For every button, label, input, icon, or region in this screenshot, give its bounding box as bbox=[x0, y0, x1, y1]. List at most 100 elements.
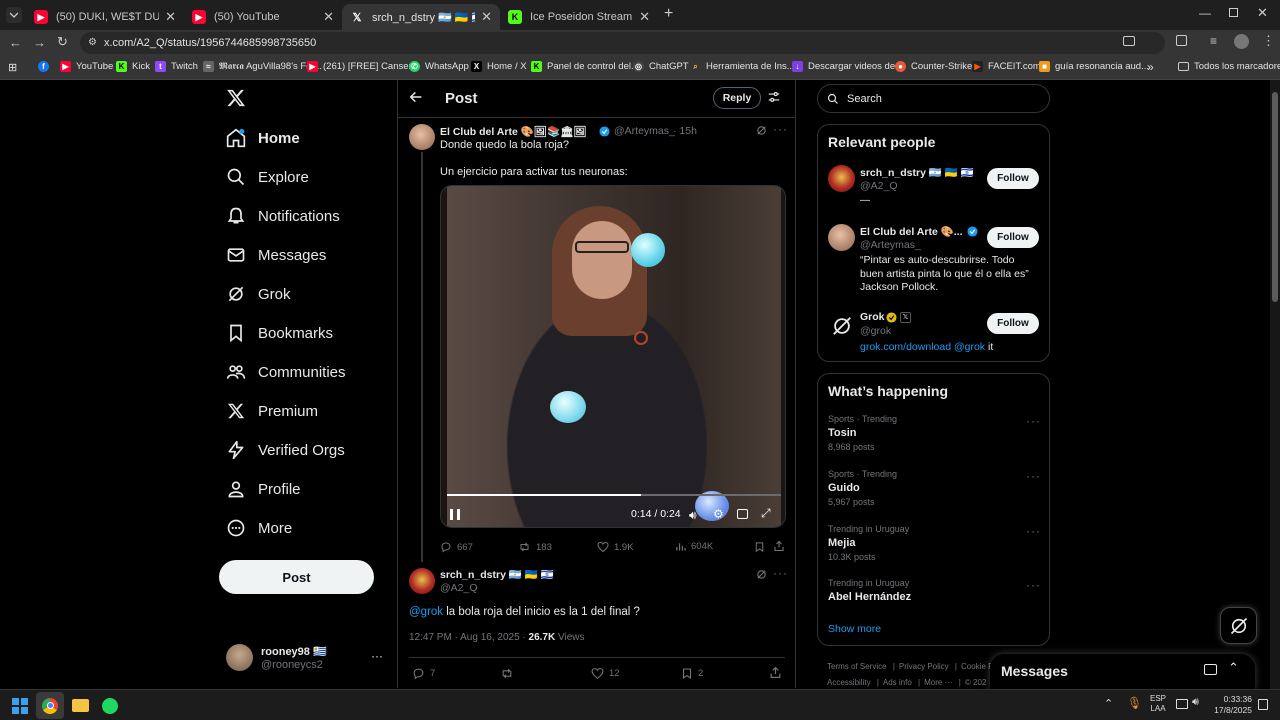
clock[interactable]: 0:33:36 17/8/2025 bbox=[1212, 694, 1252, 716]
close-tab-icon[interactable]: ✕ bbox=[481, 9, 492, 25]
author-handle[interactable]: @Arteymas_ bbox=[614, 125, 675, 137]
nav-premium[interactable]: Premium bbox=[226, 401, 318, 421]
browser-tab-1[interactable]: ▶ (50) DUKI, WE$T DUBAI - cONT ✕ bbox=[26, 4, 184, 30]
bookmark-twitch[interactable]: t Twitch bbox=[155, 61, 198, 72]
trend-more-icon[interactable]: ··· bbox=[1026, 414, 1041, 428]
picture-in-picture-icon[interactable] bbox=[737, 509, 748, 519]
post-button[interactable]: Post bbox=[219, 560, 374, 594]
trend-more-icon[interactable]: ··· bbox=[1026, 578, 1041, 592]
bookmark-faceit[interactable]: ▶ FACEIT.com bbox=[972, 61, 1041, 72]
site-info-icon[interactable]: ⚙ bbox=[88, 37, 97, 48]
windows-start-icon[interactable] bbox=[12, 698, 28, 714]
person-handle[interactable]: @A2_Q bbox=[860, 180, 898, 192]
chrome-taskbar-icon[interactable] bbox=[36, 692, 64, 719]
bookmark-kick[interactable]: K Kick bbox=[116, 61, 150, 72]
network-icon[interactable] bbox=[1176, 699, 1188, 709]
nav-profile[interactable]: Profile bbox=[226, 479, 301, 499]
parent-post[interactable]: El Club del Arte 🎨🖼📚🏛🖼 @Arteymas_ · 15h … bbox=[398, 118, 796, 562]
close-tab-icon[interactable]: ✕ bbox=[639, 9, 650, 25]
address-bar[interactable]: ⚙ x.com/A2_Q/status/1956744685998735650 bbox=[80, 32, 1165, 54]
footer-link[interactable]: Terms of Service bbox=[827, 662, 887, 671]
trend-more-icon[interactable]: ··· bbox=[1026, 524, 1041, 538]
nav-more[interactable]: More bbox=[226, 518, 292, 538]
messages-drawer[interactable]: Messages ⌃ bbox=[990, 654, 1255, 690]
profile-avatar[interactable] bbox=[1234, 34, 1249, 49]
bookmark-forum[interactable]: ≈ 𝕸𝖆𝖗𝖈𝖆 AguVilla98's For... bbox=[203, 61, 322, 72]
more-bookmarks-button[interactable]: » bbox=[1147, 60, 1154, 74]
nav-grok[interactable]: Grok bbox=[226, 284, 291, 304]
fullscreen-icon[interactable]: ⤢ bbox=[761, 506, 771, 521]
speaker-icon[interactable]: 🔊︎ bbox=[1192, 696, 1199, 709]
person-name[interactable]: El Club del Arte 🎨... bbox=[860, 225, 963, 238]
x-logo[interactable] bbox=[226, 88, 246, 108]
settings-gear-icon[interactable]: ⚙ bbox=[713, 507, 724, 521]
bookmark-downloader[interactable]: ↓ Descargar videos de... bbox=[792, 61, 903, 72]
browser-tab-4[interactable]: K Ice Poseidon Stream - Watch Li ✕ bbox=[500, 4, 658, 30]
bookmark-youtube-2[interactable]: ▶ (261) [FREE] Canser... bbox=[307, 61, 419, 72]
trend-item[interactable]: Trending in Uruguay Abel Hernández bbox=[828, 578, 1043, 603]
file-explorer-icon[interactable] bbox=[72, 699, 89, 712]
like-action[interactable]: 12 bbox=[591, 667, 620, 680]
nav-notifications[interactable]: Notifications bbox=[226, 206, 340, 226]
volume-icon[interactable]: 🔊︎ bbox=[689, 508, 697, 523]
follow-button[interactable]: Follow bbox=[987, 227, 1039, 248]
language-indicator[interactable]: ESP LAA bbox=[1150, 694, 1166, 714]
views-action[interactable]: 604K bbox=[675, 541, 713, 552]
grok-avatar[interactable] bbox=[828, 312, 855, 339]
new-tab-button[interactable]: + bbox=[664, 5, 673, 23]
back-button[interactable] bbox=[408, 89, 424, 105]
footer-link[interactable]: Ads info bbox=[883, 678, 912, 687]
new-message-icon[interactable] bbox=[1204, 664, 1217, 675]
footer-link[interactable]: Accessibility bbox=[827, 678, 871, 687]
nav-communities[interactable]: Communities bbox=[226, 362, 346, 382]
footer-link[interactable]: Privacy Policy bbox=[899, 662, 949, 671]
bio-link[interactable]: grok.com/download @grok bbox=[860, 341, 985, 353]
nav-bookmarks[interactable]: Bookmarks bbox=[226, 323, 333, 343]
spotify-icon[interactable] bbox=[102, 698, 118, 714]
scrollbar-thumb[interactable] bbox=[1272, 92, 1278, 302]
share-action[interactable] bbox=[773, 540, 785, 552]
person-handle[interactable]: @grok bbox=[860, 325, 891, 337]
trend-more-icon[interactable]: ··· bbox=[1026, 469, 1041, 483]
reply-action[interactable]: 667 bbox=[440, 541, 473, 553]
trend-item[interactable]: Sports · Trending Guido 5,967 posts bbox=[828, 469, 1043, 507]
bookmark-action[interactable]: 2 bbox=[681, 667, 703, 680]
bookmark-x-home[interactable]: X Home / X bbox=[471, 61, 527, 72]
close-tab-icon[interactable]: ✕ bbox=[323, 9, 334, 25]
reply-header-button[interactable]: Reply bbox=[713, 87, 761, 109]
post-more-icon[interactable]: ··· bbox=[773, 122, 788, 136]
footer-link[interactable]: More ··· bbox=[924, 678, 952, 687]
avatar[interactable] bbox=[409, 124, 435, 150]
apps-icon[interactable]: ⊞ bbox=[8, 61, 17, 74]
person-handle[interactable]: @Arteymas_ bbox=[860, 239, 921, 251]
author-name[interactable]: srch_n_dstry 🇦🇷 🇺🇦 🇮🇱 bbox=[440, 568, 554, 581]
bookmark-kick-panel[interactable]: K Panel de control del... bbox=[531, 61, 639, 72]
notifications-icon[interactable] bbox=[1258, 699, 1268, 710]
reload-icon[interactable]: ↻ bbox=[57, 34, 68, 50]
bookmark-tool[interactable]: ⌕ Herramienta de Ins... bbox=[690, 61, 794, 72]
nav-verified-orgs[interactable]: Verified Orgs bbox=[226, 440, 345, 460]
video-player[interactable]: 0:14 / 0:24 🔊︎ ⚙ ⤢ bbox=[440, 185, 786, 528]
share-action[interactable] bbox=[769, 666, 782, 679]
bookmark-counter-strike[interactable]: ● Counter-Strike bbox=[895, 61, 972, 72]
post-more-icon[interactable]: ··· bbox=[773, 566, 788, 580]
nav-explore[interactable]: Explore bbox=[226, 167, 309, 187]
search-box[interactable]: Search bbox=[817, 84, 1050, 113]
chrome-menu-icon[interactable]: ⋮ bbox=[1262, 33, 1275, 49]
settings-sliders-icon[interactable] bbox=[767, 90, 781, 104]
trend-item[interactable]: Sports · Trending Tosin 8,968 posts bbox=[828, 414, 1043, 452]
avatar[interactable] bbox=[828, 165, 855, 192]
account-more-icon[interactable]: ··· bbox=[371, 649, 383, 663]
tab-search-button[interactable] bbox=[6, 7, 22, 23]
grok-floating-button[interactable] bbox=[1220, 607, 1257, 644]
follow-button[interactable]: Follow bbox=[987, 313, 1039, 334]
trend-item[interactable]: Trending in Uruguay Mejia 10.3K posts bbox=[828, 524, 1043, 562]
pause-button[interactable] bbox=[450, 509, 460, 520]
bookmark-youtube[interactable]: ▶ YouTube bbox=[60, 61, 113, 72]
extensions-icon[interactable] bbox=[1176, 35, 1187, 46]
minimize-button[interactable]: — bbox=[1199, 6, 1211, 20]
nav-messages[interactable]: Messages bbox=[226, 245, 326, 265]
forward-icon[interactable]: → bbox=[33, 35, 46, 50]
microphone-icon[interactable]: 🎙︎ bbox=[1127, 696, 1142, 710]
collapse-drawer-icon[interactable]: ⌃ bbox=[1228, 660, 1239, 676]
